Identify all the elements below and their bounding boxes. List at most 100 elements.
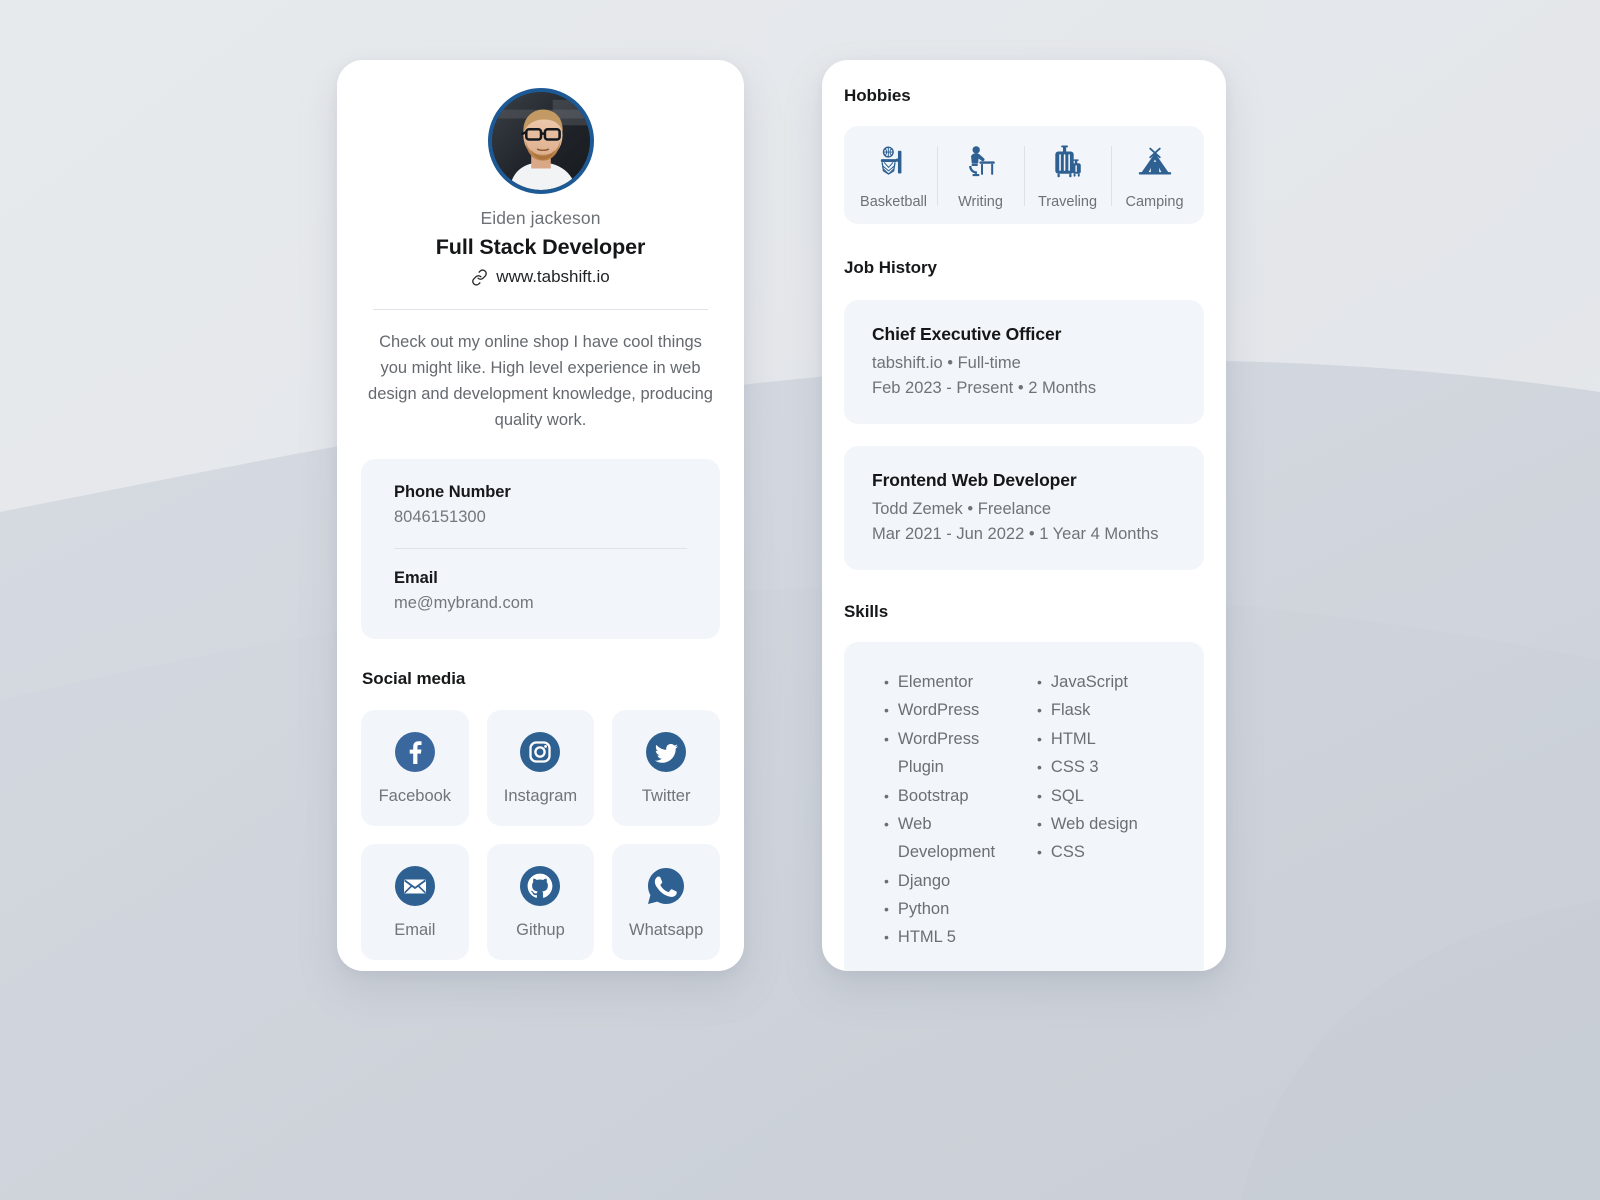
profile-divider: [373, 309, 708, 310]
skill-label: Flask: [1050, 701, 1091, 720]
bullet-icon: •: [884, 702, 889, 719]
profile-header: Eiden jackeson Full Stack Developer www.…: [337, 60, 744, 433]
hobby-traveling[interactable]: Traveling: [1024, 142, 1111, 210]
skill-item: • WordPress: [884, 696, 1023, 724]
skill-label: Web design: [1050, 814, 1138, 833]
hobbies-panel: Basketball Writing Traveling Camping: [844, 126, 1204, 224]
social-tile-whatsapp[interactable]: Whatsapp: [612, 844, 720, 961]
skill-item: • Flask: [1037, 696, 1176, 724]
email-label: Email: [394, 569, 438, 588]
social-label-github: Githup: [516, 921, 565, 940]
contact-field-separator: [394, 548, 687, 550]
profile-website[interactable]: www.tabshift.io: [361, 267, 720, 287]
social-label-facebook: Facebook: [378, 787, 452, 806]
luggage-icon: [1054, 145, 1081, 178]
basketball-hoop-icon: [880, 146, 901, 175]
facebook-icon: [394, 732, 435, 773]
contact-panel: Phone Number 8046151300 Email me@mybrand…: [361, 459, 720, 640]
details-card: Hobbies Basketball Writing Traveling Cam…: [822, 60, 1226, 971]
job-history-title: Job History: [844, 258, 937, 277]
skill-label: WordPress Plugin: [897, 729, 980, 777]
skills-title: Skills: [844, 602, 889, 621]
bullet-icon: •: [1037, 787, 1042, 804]
job-card[interactable]: Frontend Web Developer Todd Zemek • Free…: [844, 446, 1204, 570]
skill-item: • HTML: [1037, 725, 1176, 753]
job-dates: Mar 2021 - Jun 2022 • 1 Year 4 Months: [872, 525, 1159, 543]
bullet-icon: •: [884, 787, 889, 804]
job-card[interactable]: Chief Executive Officer tabshift.io • Fu…: [844, 300, 1204, 424]
hobby-basketball[interactable]: Basketball: [850, 142, 937, 210]
profile-bio: Check out my online shop I have cool thi…: [368, 333, 713, 430]
job-company: Todd Zemek • Freelance: [872, 500, 1052, 518]
skill-item: • WordPress Plugin: [884, 725, 1023, 782]
hobbies-section: Hobbies Basketball Writing Traveling Cam…: [822, 60, 1226, 224]
skill-item: • Web Development: [884, 810, 1023, 867]
hobby-label-writing: Writing: [958, 194, 1003, 210]
skills-column-right: • JavaScript • Flask • HTML • CSS 3 • SQL • We…: [1037, 668, 1176, 952]
skill-label: Django: [897, 871, 951, 890]
hobby-label-traveling: Traveling: [1037, 194, 1098, 210]
person-writing-desk-icon: [968, 146, 995, 177]
skill-label: Python: [897, 900, 950, 918]
hobby-label-camping: Camping: [1125, 194, 1184, 210]
hobby-camping[interactable]: Camping: [1111, 142, 1198, 210]
bullet-icon: •: [884, 872, 889, 889]
skill-item: • Python: [884, 895, 1023, 923]
skills-section: Skills • Elementor • WordPress • WordPress …: [822, 602, 1226, 971]
social-label-email: Email: [394, 921, 436, 940]
bullet-icon: •: [884, 815, 889, 832]
contact-field-email[interactable]: Email me@mybrand.com: [394, 569, 687, 613]
skill-item: • HTML 5: [884, 923, 1023, 951]
email-value: me@mybrand.com: [394, 594, 534, 613]
social-label-twitter: Twitter: [641, 787, 691, 806]
twitter-icon: [646, 732, 687, 773]
profile-name: Eiden jackeson: [480, 208, 601, 228]
skill-label: HTML: [1050, 729, 1096, 748]
bullet-icon: •: [1037, 730, 1042, 747]
social-tile-email[interactable]: Email: [361, 844, 469, 961]
skill-label: SQL: [1050, 786, 1084, 805]
job-dates: Feb 2023 - Present • 2 Months: [872, 379, 1097, 397]
contact-field-phone[interactable]: Phone Number 8046151300: [394, 483, 687, 527]
profile-card: Eiden jackeson Full Stack Developer www.…: [337, 60, 744, 971]
bullet-icon: •: [884, 730, 889, 747]
skill-item: • Django: [884, 867, 1023, 895]
job-history-section: Job History Chief Executive Officer tabs…: [822, 258, 1226, 570]
tent-icon: [1138, 147, 1171, 175]
social-label-instagram: Instagram: [503, 787, 578, 806]
social-tile-facebook[interactable]: Facebook: [361, 710, 469, 827]
social-tile-twitter[interactable]: Twitter: [612, 710, 720, 827]
bullet-icon: •: [884, 901, 889, 917]
link-icon: [471, 268, 488, 286]
bullet-icon: •: [1037, 702, 1042, 719]
skill-item: • CSS: [1037, 838, 1176, 866]
whatsapp-icon: [648, 868, 685, 905]
skill-label: CSS: [1050, 843, 1085, 862]
social-label-whatsapp: Whatsapp: [629, 921, 704, 940]
bullet-icon: •: [1037, 844, 1042, 861]
bullet-icon: •: [884, 929, 889, 946]
social-media-grid: Facebook Instagram Twitter Email Githup …: [361, 710, 720, 961]
instagram-icon: [520, 732, 561, 773]
job-company: tabshift.io • Full-time: [872, 354, 1021, 372]
background-wave-decoration: [0, 0, 1600, 1200]
skill-label: WordPress: [897, 701, 980, 720]
skill-item: • CSS 3: [1037, 753, 1176, 781]
social-media-title: Social media: [362, 669, 466, 689]
phone-value: 8046151300: [394, 508, 486, 527]
bullet-icon: •: [1037, 815, 1042, 832]
job-title: Chief Executive Officer: [872, 324, 1062, 344]
skills-panel: • Elementor • WordPress • WordPress Plugin …: [844, 642, 1204, 971]
bullet-icon: •: [1037, 674, 1042, 690]
social-tile-instagram[interactable]: Instagram: [486, 710, 595, 827]
job-title: Frontend Web Developer: [872, 470, 1077, 490]
skill-label: HTML 5: [897, 928, 956, 947]
avatar: [487, 88, 594, 194]
skills-column-left: • Elementor • WordPress • WordPress Plugin …: [884, 668, 1023, 952]
social-tile-github[interactable]: Githup: [486, 844, 595, 961]
hobby-label-basketball: Basketball: [860, 194, 927, 210]
skill-label: CSS 3: [1050, 758, 1099, 777]
hobby-writing[interactable]: Writing: [937, 142, 1024, 210]
skill-item: • Web design: [1037, 810, 1176, 838]
bullet-icon: •: [1037, 759, 1042, 776]
